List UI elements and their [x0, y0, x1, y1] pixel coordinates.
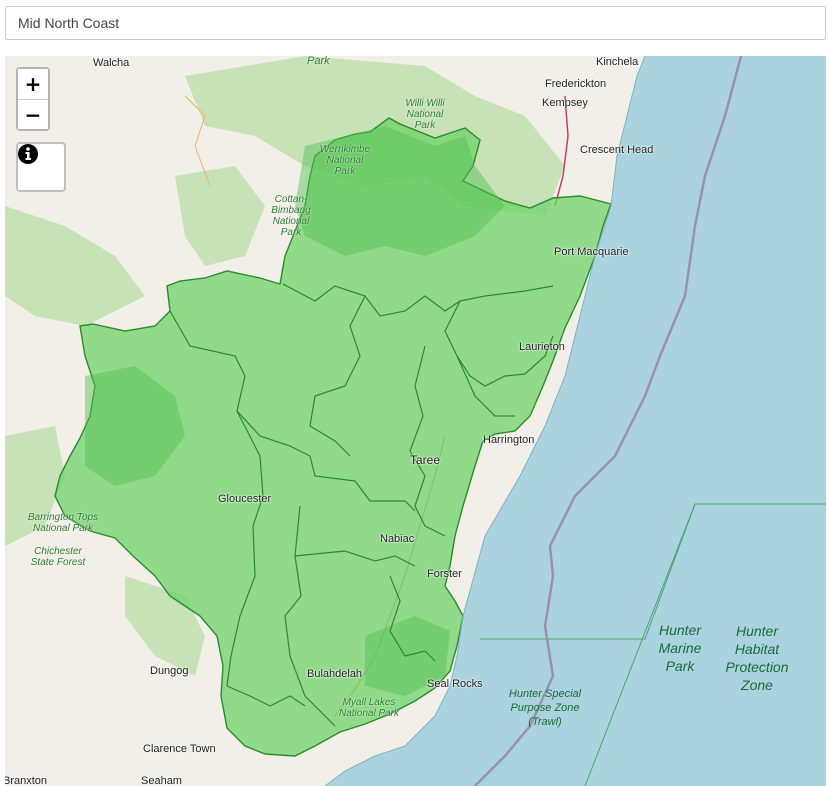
park-label-willi-willi: Willi Willi National Park	[405, 98, 445, 131]
place-label-port-macquarie: Port Macquarie	[554, 246, 629, 258]
park-label-chichester: Chichester State Forest	[30, 546, 86, 568]
place-label-harrington: Harrington	[483, 434, 535, 446]
zoom-in-button[interactable]: +	[18, 69, 48, 99]
marine-label-hunter-habitat: Hunter Habitat Protection Zone	[725, 623, 789, 693]
marine-label-hunter-marine-park: Hunter Marine Park	[658, 622, 702, 674]
place-label-forster: Forster	[427, 568, 462, 580]
place-label-walcha: Walcha	[93, 57, 130, 69]
place-label-branxton: Branxton	[5, 775, 48, 786]
place-label-gloucester: Gloucester	[218, 493, 272, 505]
park-label-top: Park	[307, 56, 330, 67]
zoom-out-button[interactable]: −	[18, 99, 48, 129]
park-label-myall-lakes: Myall Lakes National Park	[338, 697, 400, 719]
place-label-clarence-town: Clarence Town	[143, 743, 216, 755]
place-label-crescent-head: Crescent Head	[580, 144, 654, 156]
info-button[interactable]	[16, 142, 66, 192]
map-view[interactable]: Walcha Kinchela Frederickton Kempsey Cre…	[5, 56, 826, 786]
place-label-taree: Taree	[410, 453, 441, 467]
place-label-seal-rocks: Seal Rocks	[427, 678, 483, 690]
park-label-cottan-bimbang: Cottan-Bimbang National Park	[271, 194, 311, 238]
park-label-werrikimbe: Werrikimbe National Park	[319, 144, 371, 177]
place-label-bulahdelah: Bulahdelah	[307, 668, 363, 680]
place-label-laurieton: Laurieton	[519, 341, 565, 353]
place-label-frederickton: Frederickton	[545, 78, 607, 90]
place-label-nabiac: Nabiac	[380, 533, 415, 545]
place-label-dungog: Dungog	[150, 665, 189, 677]
region-search-input[interactable]	[6, 7, 825, 39]
marine-label-hunter-special: Hunter Special Purpose Zone (Trawl)	[508, 688, 582, 728]
region-search-bar[interactable]	[5, 6, 826, 40]
place-label-kinchela: Kinchela	[596, 56, 639, 68]
place-label-seaham: Seaham	[141, 775, 182, 786]
park-label-barrington: Barrington Tops National Park	[27, 512, 99, 534]
info-circle-icon	[18, 144, 38, 164]
place-label-kempsey: Kempsey	[542, 97, 588, 109]
zoom-control: + −	[16, 67, 50, 131]
map-canvas	[5, 56, 826, 786]
